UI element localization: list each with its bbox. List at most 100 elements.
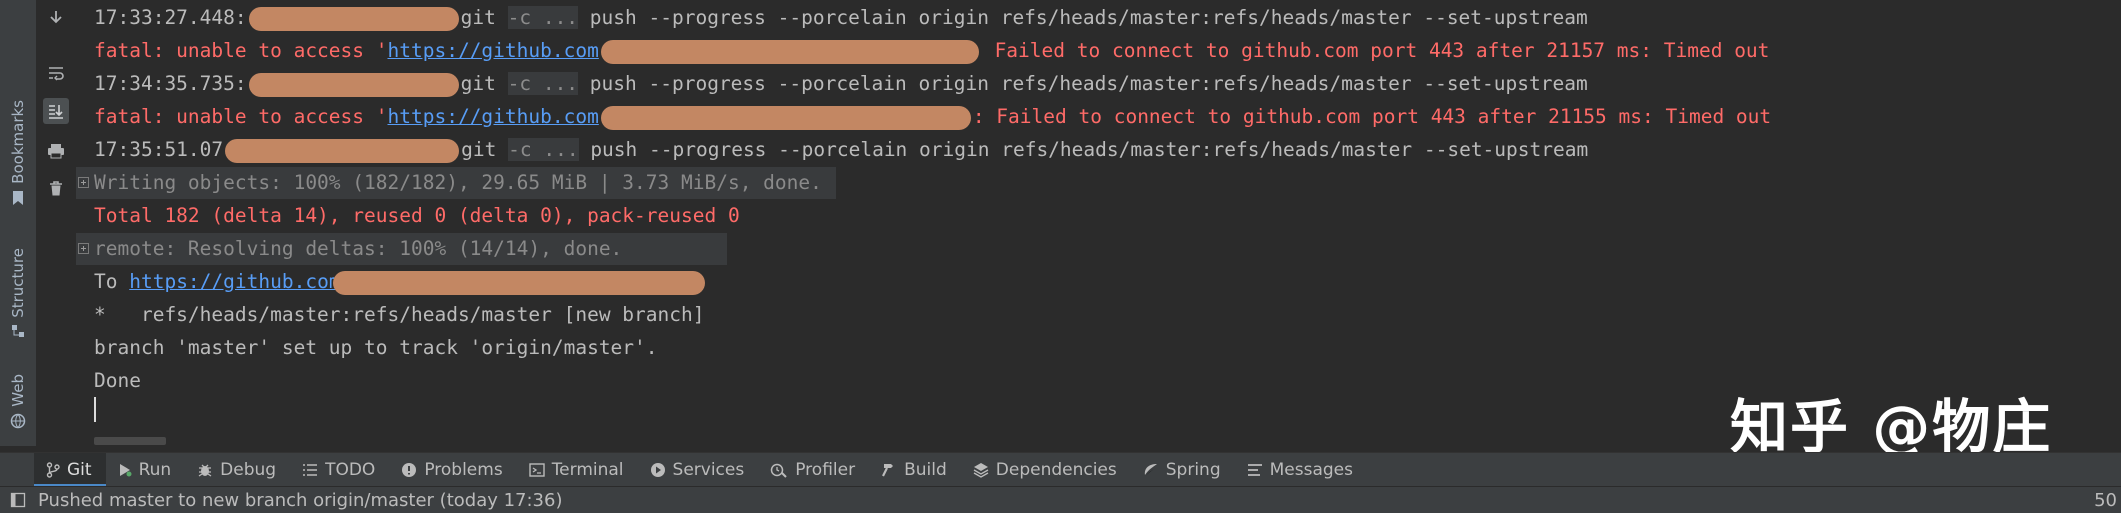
bug-icon — [198, 464, 212, 477]
progress-line: remote: Resolving deltas: 100% (14/14), … — [94, 237, 623, 260]
git-command: git — [460, 72, 496, 95]
tab-label: TODO — [325, 460, 376, 480]
tab-label: Messages — [1269, 460, 1353, 480]
console-line: * refs/heads/master:refs/heads/master [n… — [94, 303, 705, 326]
console-line: branch 'master' set up to track 'origin/… — [94, 336, 658, 359]
tab-dependencies[interactable]: Dependencies — [961, 453, 1131, 487]
print-button[interactable] — [43, 138, 69, 164]
console-line: Total 182 (delta 14), reused 0 (delta 0)… — [94, 204, 740, 227]
text-cursor — [94, 397, 96, 422]
timestamp: 17:33:27.448: — [94, 6, 247, 29]
collapsed-args-chip[interactable]: -c ... — [507, 72, 579, 95]
tab-spring[interactable]: Spring — [1131, 453, 1235, 487]
terminal-icon — [528, 463, 545, 477]
run-icon — [119, 464, 132, 477]
collapsed-args-chip[interactable]: -c ... — [508, 138, 579, 161]
repo-link[interactable]: https://github.com — [129, 270, 340, 293]
bookmark-icon — [13, 190, 23, 205]
tab-label: Problems — [424, 460, 503, 480]
web-tab-label: Web — [9, 374, 27, 407]
tab-todo[interactable]: TODO — [290, 453, 389, 487]
web-tab[interactable]: Web — [0, 374, 36, 429]
tool-windows-toggle-icon[interactable] — [10, 492, 26, 508]
redacted-block — [332, 270, 705, 295]
tab-debug[interactable]: Debug — [185, 453, 290, 487]
tab-terminal[interactable]: Terminal — [517, 453, 638, 487]
console-line: 17:33:27.448: git -c ... push --progress … — [94, 2, 1588, 34]
soft-wrap-button[interactable] — [43, 60, 69, 86]
horizontal-scrollbar[interactable] — [94, 437, 166, 445]
tool-window-tabs: Git Run Debug TODO Problems Terminal Ser… — [0, 452, 2121, 487]
console-line: fatal: unable to access 'https://github.… — [94, 101, 1771, 133]
printer-icon — [48, 144, 64, 159]
tab-label: Run — [138, 460, 172, 480]
spring-leaf-icon — [1144, 464, 1157, 477]
soft-wrap-icon — [49, 67, 64, 81]
error-prefix: fatal: unable to access ' — [94, 105, 388, 128]
command-args: push --progress --porcelain origin refs/… — [578, 72, 1588, 95]
left-tool-stripe: Bookmarks Structure Web — [0, 0, 37, 446]
error-message: : Failed to connect to github.com port 4… — [972, 105, 1772, 128]
redacted-block — [600, 39, 979, 64]
tab-problems[interactable]: Problems — [389, 453, 516, 487]
tab-run[interactable]: Run — [106, 453, 186, 487]
tab-git[interactable]: Git — [34, 453, 106, 487]
redacted-block — [248, 6, 459, 31]
tab-messages[interactable]: Messages — [1235, 453, 1367, 487]
collapsed-output-block[interactable]: remote: Resolving deltas: 100% (14/14), … — [76, 233, 727, 265]
console-line: fatal: unable to access 'https://github.… — [94, 35, 1769, 67]
redacted-block — [600, 105, 971, 130]
tab-label: Spring — [1165, 460, 1221, 480]
timestamp: 17:35:51.07 — [94, 138, 224, 161]
tab-label: Git — [67, 460, 92, 480]
hammer-icon — [882, 464, 894, 477]
redacted-block — [248, 72, 459, 97]
tab-label: Build — [904, 460, 947, 480]
progress-line: Writing objects: 100% (182/182), 29.65 M… — [94, 171, 822, 194]
list-icon — [303, 464, 318, 476]
expand-icon[interactable] — [78, 243, 89, 254]
console-line: 17:35:51.07 git -c ... push --progress --… — [94, 134, 1588, 166]
clear-all-button[interactable] — [43, 176, 69, 202]
bookmarks-tab-label: Bookmarks — [9, 100, 27, 184]
scroll-to-end-icon — [49, 105, 63, 119]
console-toolbar — [36, 0, 77, 446]
scroll-to-end-button[interactable] — [43, 98, 69, 124]
messages-icon — [1247, 464, 1262, 476]
tab-services[interactable]: Services — [638, 453, 759, 487]
collapsed-output-block[interactable]: Writing objects: 100% (182/182), 29.65 M… — [76, 167, 836, 199]
repo-link[interactable]: https://github.com — [388, 39, 599, 62]
timestamp: 17:34:35.735: — [94, 72, 247, 95]
redacted-block — [225, 138, 460, 163]
to-prefix: To — [94, 270, 130, 293]
services-icon — [650, 463, 665, 477]
tab-build[interactable]: Build — [869, 453, 961, 487]
structure-icon — [12, 324, 24, 337]
error-prefix: fatal: unable to access ' — [94, 39, 388, 62]
expand-icon[interactable] — [78, 177, 89, 188]
profiler-icon — [770, 463, 787, 478]
console-line: To https://github.com — [94, 266, 705, 298]
collapsed-args-chip[interactable]: -c ... — [507, 6, 579, 29]
command-args: push --progress --porcelain origin refs/… — [578, 138, 1589, 161]
repo-link[interactable]: https://github.com — [388, 105, 599, 128]
tab-profiler[interactable]: Profiler — [758, 453, 869, 487]
tab-label: Services — [672, 460, 745, 480]
tab-label: Dependencies — [995, 460, 1117, 480]
command-args: push --progress --porcelain origin refs/… — [578, 6, 1588, 29]
git-branch-icon — [46, 462, 60, 478]
bookmarks-tab[interactable]: Bookmarks — [0, 100, 36, 206]
arrow-down-icon — [50, 11, 62, 24]
status-message[interactable]: Pushed master to new branch origin/maste… — [38, 490, 563, 511]
scroll-down-button[interactable] — [43, 4, 69, 30]
status-right-info[interactable]: 50 — [2094, 490, 2117, 511]
console-line: Done — [94, 369, 141, 392]
console-line: 17:34:35.735: git -c ... push --progress … — [94, 68, 1588, 100]
dependencies-icon — [973, 463, 989, 478]
tab-label: Terminal — [551, 460, 624, 480]
problems-icon — [402, 463, 417, 477]
structure-tab-label: Structure — [9, 248, 27, 318]
structure-tab[interactable]: Structure — [0, 248, 36, 338]
git-command: git — [461, 138, 497, 161]
globe-icon — [10, 413, 26, 428]
